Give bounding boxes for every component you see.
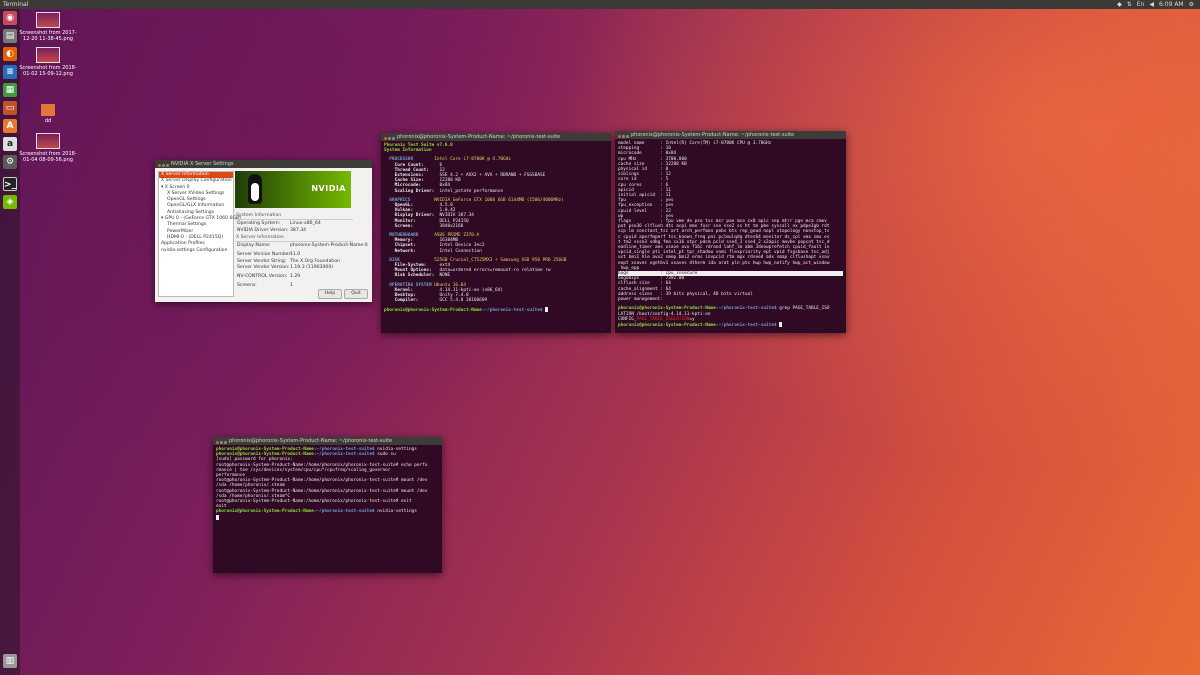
tree-item-glx[interactable]: OpenGL/GLX Information bbox=[159, 203, 233, 209]
window-titlebar[interactable]: phoronix@phoronix-System-Product-Name: ~… bbox=[381, 133, 611, 141]
window-titlebar[interactable]: NVIDIA X Server Settings bbox=[155, 160, 372, 168]
window-title: NVIDIA X Server Settings bbox=[171, 161, 234, 167]
terminal-output[interactable]: Phoronix Test Suite v7.6.0 System Informa… bbox=[381, 141, 611, 333]
desktop-file-screenshot-2[interactable]: Screenshot from 2018-01-02 15-09-12.png bbox=[18, 47, 78, 77]
top-panel: Terminal ◆ ⇅ En ◀ 6:09 AM ⚙ bbox=[0, 0, 1200, 9]
ubuntu-dash-icon[interactable]: ◉ bbox=[3, 11, 17, 25]
terminal-window-system-info: phoronix@phoronix-System-Product-Name: ~… bbox=[381, 133, 611, 333]
close-icon bbox=[618, 135, 621, 138]
files-icon[interactable]: ▤ bbox=[3, 29, 17, 43]
desktop-folder-dd[interactable]: dd bbox=[18, 104, 78, 124]
close-icon bbox=[216, 441, 219, 444]
system-tray: ◆ ⇅ En ◀ 6:09 AM ⚙ bbox=[1117, 0, 1194, 9]
section-header: System Information bbox=[235, 213, 353, 221]
window-title: phoronix@phoronix-System-Product-Name: ~… bbox=[631, 132, 795, 138]
impress-icon[interactable]: ▭ bbox=[3, 101, 17, 115]
nvidia-icon[interactable]: ◈ bbox=[3, 195, 17, 209]
nvidia-settings-window: NVIDIA X Server Settings X Server Inform… bbox=[155, 160, 372, 302]
text-cursor bbox=[216, 514, 219, 520]
maximize-icon bbox=[224, 441, 227, 444]
maximize-icon bbox=[166, 164, 169, 167]
window-controls[interactable] bbox=[618, 133, 630, 139]
terminal-output[interactable]: model name : Intel(R) Core(TM) i7-8700K … bbox=[615, 139, 846, 333]
info-row: Compiler: GCC 5.4.0 20160609 bbox=[394, 298, 488, 304]
tux-penguin-icon bbox=[248, 174, 262, 204]
image-thumbnail-icon bbox=[36, 12, 60, 28]
quit-button[interactable]: Quit bbox=[344, 289, 368, 299]
gear-icon[interactable]: ⚙ bbox=[1189, 0, 1194, 9]
maximize-icon bbox=[392, 137, 395, 140]
close-icon bbox=[158, 164, 161, 167]
window-titlebar[interactable]: phoronix@phoronix-System-Product-Name: ~… bbox=[615, 131, 846, 139]
firefox-icon[interactable]: ◐ bbox=[3, 47, 17, 61]
close-icon bbox=[384, 137, 387, 140]
command-line: phoronix@phoronix-System-Product-Name:~/… bbox=[618, 306, 830, 312]
minimize-icon bbox=[220, 441, 223, 444]
text-cursor bbox=[779, 321, 783, 327]
amazon-icon[interactable]: a bbox=[3, 137, 17, 151]
software-center-icon[interactable]: A bbox=[3, 119, 17, 133]
prompt-line: phoronix@phoronix-System-Product-Name:~/… bbox=[384, 307, 608, 313]
settings-icon[interactable]: ⚙ bbox=[3, 155, 17, 169]
window-title: phoronix@phoronix-System-Product-Name: ~… bbox=[397, 134, 561, 140]
nvidia-logo: NVIDIA bbox=[311, 184, 346, 193]
driver-value: 387.34 bbox=[290, 227, 307, 233]
unity-launcher: ◉ ▤ ◐ ≡ ▦ ▭ A a ⚙ >_ ◈ ▥ bbox=[0, 9, 20, 675]
active-app-title: Terminal bbox=[3, 1, 29, 8]
trash-icon[interactable]: ▥ bbox=[3, 654, 17, 668]
display-value: phoronix-System-Product-Name:0 bbox=[290, 243, 368, 249]
minimize-icon bbox=[388, 137, 391, 140]
folder-icon bbox=[41, 104, 55, 116]
desktop-file-screenshot-3[interactable]: Screenshot from 2018-01-04 08-09-56.png bbox=[18, 133, 78, 163]
network-icon[interactable]: ⇅ bbox=[1127, 0, 1132, 9]
text-cursor bbox=[545, 307, 549, 313]
tree-item-display-configuration[interactable]: X Server Display Configuration bbox=[159, 178, 233, 184]
image-thumbnail-icon bbox=[36, 133, 60, 149]
minimize-icon bbox=[622, 135, 625, 138]
system-info-sections: PROCESSOR Intel Core i7-8700K @ 4.70GHz … bbox=[384, 153, 608, 303]
minimize-icon bbox=[162, 164, 165, 167]
image-thumbnail-icon bbox=[36, 47, 60, 63]
tree-item-nvidia-settings-config[interactable]: nvidia-settings Configuration bbox=[159, 248, 233, 254]
window-controls[interactable] bbox=[384, 135, 396, 141]
window-titlebar[interactable]: phoronix@phoronix-System-Product-Name: ~… bbox=[213, 437, 442, 445]
desktop-file-screenshot-1[interactable]: Screenshot from 2017-12-20 11-38-45.png bbox=[18, 12, 78, 42]
section-header: X Server Information bbox=[235, 235, 353, 243]
terminal-window-cpuinfo: phoronix@phoronix-System-Product-Name: ~… bbox=[615, 131, 846, 333]
terminal-output[interactable]: phoronix@phoronix-System-Product-Name:~/… bbox=[213, 445, 442, 573]
cpuinfo-lines: model name : Intel(R) Core(TM) i7-8700K … bbox=[618, 141, 830, 271]
cpuinfo-tail: bogomips : 7392.00 clflush size : 64 cache… bbox=[618, 276, 753, 303]
settings-tree: X Server Information X Server Display Co… bbox=[158, 171, 241, 297]
dropbox-icon[interactable]: ◆ bbox=[1117, 0, 1122, 9]
help-button[interactable]: Help bbox=[318, 289, 342, 299]
nvidia-banner: NVIDIA bbox=[235, 171, 351, 208]
writer-icon[interactable]: ≡ bbox=[3, 65, 17, 79]
calc-icon[interactable]: ▦ bbox=[3, 83, 17, 97]
keyboard-icon[interactable]: En bbox=[1137, 0, 1145, 9]
window-title: phoronix@phoronix-System-Product-Name: ~… bbox=[229, 438, 393, 444]
terminal-window-commands: phoronix@phoronix-System-Product-Name: ~… bbox=[213, 437, 442, 573]
clock[interactable]: 6:09 AM bbox=[1159, 0, 1184, 9]
x-server-info-panel: System Information Operating System: Linu… bbox=[235, 213, 368, 289]
terminal-icon[interactable]: >_ bbox=[3, 177, 17, 191]
window-controls[interactable] bbox=[216, 439, 228, 445]
maximize-icon bbox=[626, 135, 629, 138]
prompt-line: phoronix@phoronix-System-Product-Name:~/… bbox=[618, 321, 843, 328]
volume-icon[interactable]: ◀ bbox=[1149, 0, 1154, 9]
